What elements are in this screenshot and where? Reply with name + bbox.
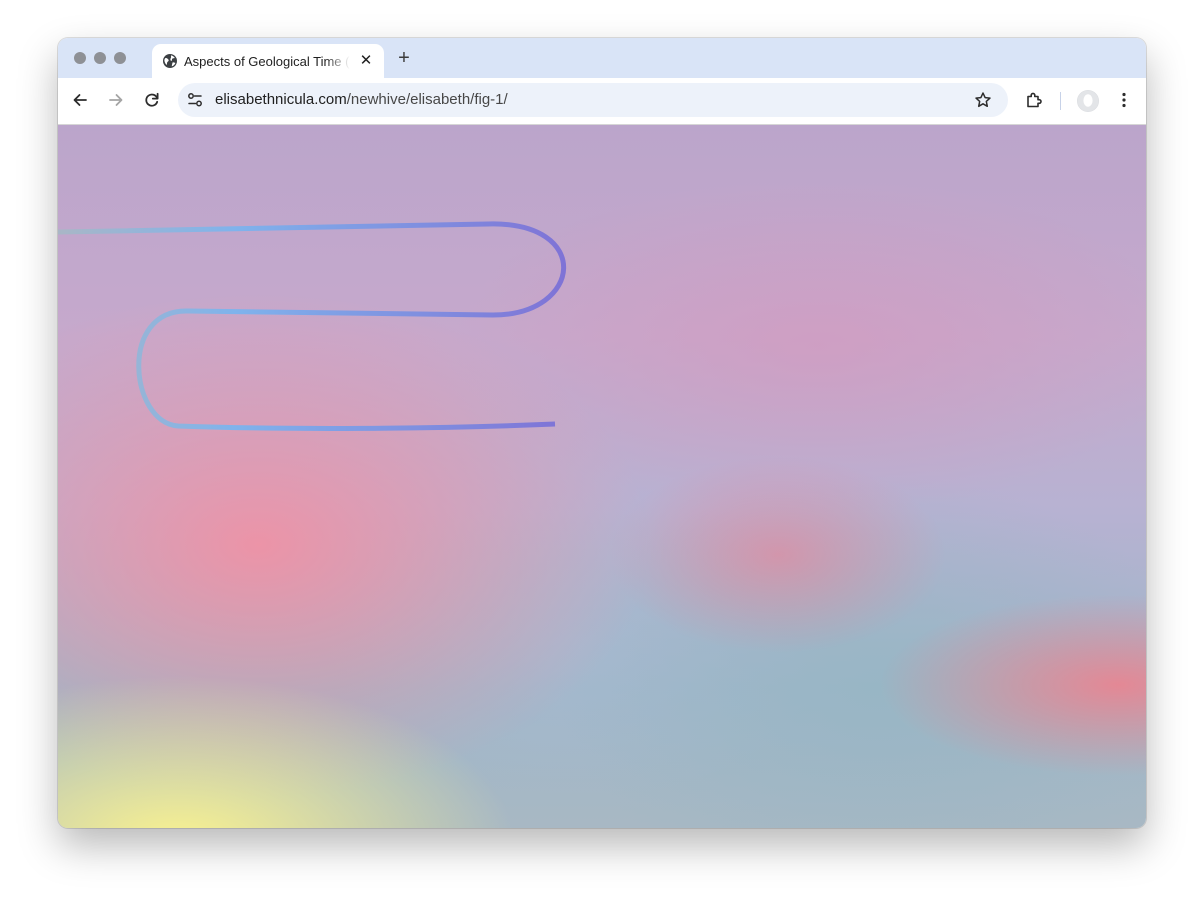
avatar-icon[interactable] (1077, 90, 1099, 112)
address-bar[interactable]: elisabethnicula.com/newhive/elisabeth/fi… (178, 83, 1008, 117)
tab-close-icon[interactable]: ✕ (358, 53, 374, 69)
minimize-window-button[interactable] (94, 52, 106, 64)
url-domain: elisabethnicula.com (215, 91, 347, 108)
close-window-button[interactable] (74, 52, 86, 64)
new-tab-button[interactable]: + (394, 48, 414, 68)
zoom-window-button[interactable] (114, 52, 126, 64)
puzzle-icon[interactable] (1024, 90, 1044, 110)
profile-silhouette (1077, 90, 1099, 112)
arrow-left-icon[interactable] (70, 90, 90, 110)
tab-active[interactable]: Aspects of Geological Time (fig. 1) ✕ (152, 44, 384, 78)
tab-title: Aspects of Geological Time (fig. 1) (184, 54, 350, 69)
toolbar-divider (1060, 92, 1061, 110)
arrow-right-icon[interactable] (106, 90, 126, 110)
globe-icon (163, 54, 177, 68)
sky-artwork (58, 125, 1146, 828)
serpentine-line (58, 221, 567, 431)
url-path: /newhive/elisabeth/fig-1/ (346, 91, 508, 108)
browser-toolbar: elisabethnicula.com/newhive/elisabeth/fi… (58, 78, 1146, 125)
kebab-menu-icon[interactable] (1114, 90, 1134, 110)
browser-window: Aspects of Geological Time (fig. 1) ✕ + … (58, 38, 1146, 828)
url-text[interactable]: elisabethnicula.com/newhive/elisabeth/fi… (215, 91, 508, 109)
tune-icon[interactable] (186, 91, 204, 109)
star-icon[interactable] (974, 91, 992, 109)
reload-icon[interactable] (142, 90, 162, 110)
tab-strip: Aspects of Geological Time (fig. 1) ✕ + (58, 38, 1146, 78)
